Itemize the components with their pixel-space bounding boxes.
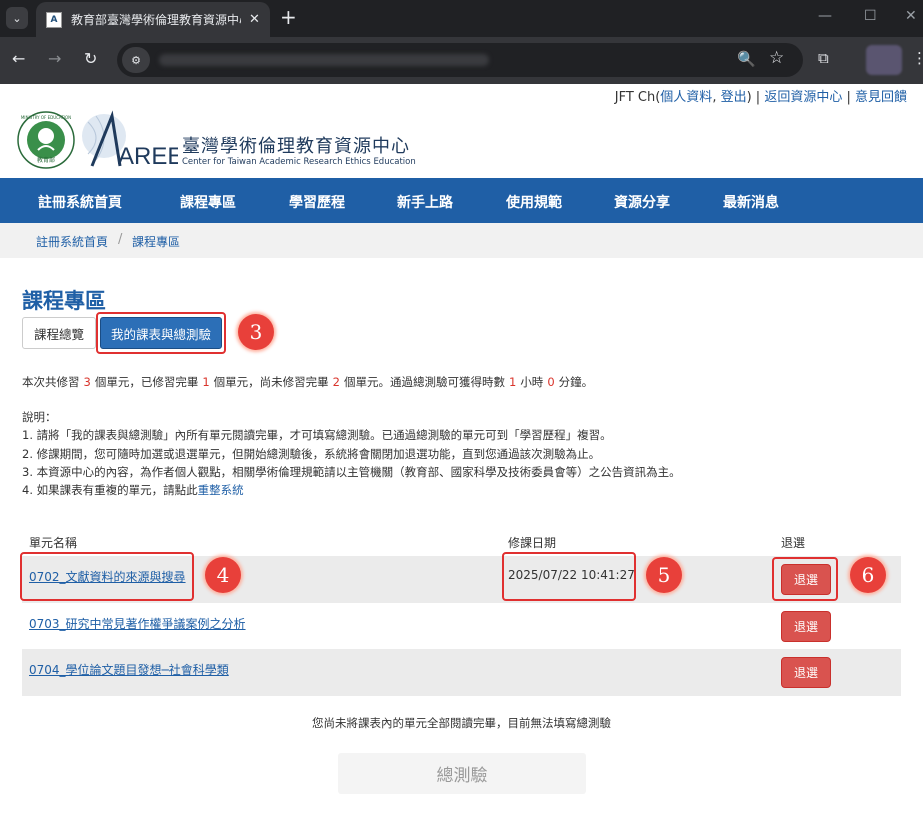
user-bar: JFT Ch(個人資料, 登出) | 返回資源中心 | 意見回饋	[614, 90, 907, 105]
instruction-3: 3. 本資源中心的內容，為作者個人觀點，相關學術倫理規範請以主管機關（教育部、國…	[22, 464, 681, 479]
site-subtitle: Center for Taiwan Academic Research Ethi…	[182, 157, 416, 167]
table-row: 0704_學位論文題目發想─社會科學類 退選	[22, 649, 901, 696]
total-units: 3	[83, 375, 91, 389]
drop-button[interactable]: 退選	[781, 657, 831, 688]
highlight-box-3	[96, 312, 226, 354]
summary-text: 分鐘。	[558, 375, 594, 389]
highlight-box-4	[20, 552, 194, 601]
instructions: 說明： 1. 請將「我的課表與總測驗」內所有單元閱讀完畢，才可填寫總測驗。已通過…	[22, 408, 681, 499]
nav-item-getting-started[interactable]: 新手上路	[397, 192, 453, 212]
reload-icon[interactable]: ↻	[84, 49, 97, 68]
site-title: 臺灣學術倫理教育資源中心	[182, 136, 410, 157]
profile-avatar[interactable]	[866, 45, 902, 75]
table-row: 0703_研究中常見著作權爭議案例之分析 退選	[22, 603, 901, 650]
unit-link[interactable]: 0704_學位論文題目發想─社會科學類	[29, 661, 229, 678]
browser-toolbar: ← → ↻ ⚙ 🔍 ☆ ⧉ ⋮	[0, 37, 923, 84]
user-name: JFT Ch	[614, 90, 656, 105]
highlight-box-6	[772, 557, 838, 601]
main-nav: 註冊系統首頁 課程專區 學習歷程 新手上路 使用規範 資源分享 最新消息	[0, 178, 923, 223]
nav-item-resource-sharing[interactable]: 資源分享	[614, 192, 670, 212]
tab-title: 教育部臺灣學術倫理教育資源中心	[71, 13, 241, 27]
forward-icon[interactable]: →	[48, 49, 61, 68]
instruction-2: 2. 修課期間，您可隨時加選或退選單元，但開始總測驗後，系統將會關閉加退選功能，…	[22, 446, 601, 461]
extensions-icon[interactable]: ⧉	[818, 49, 829, 67]
step-marker-6: 6	[850, 557, 886, 593]
step-marker-4: 4	[205, 557, 241, 593]
progress-summary: 本次共修習 3 個單元，已修習完畢 1 個單元，尚未修習完畢 2 個單元。通過總測驗可獲得時…	[22, 374, 593, 390]
logout-link[interactable]: 登出	[721, 90, 747, 105]
url-text	[159, 54, 489, 66]
svg-text:教育部: 教育部	[37, 156, 55, 164]
bookmark-star-icon[interactable]: ☆	[769, 48, 784, 68]
close-window-icon[interactable]: ✕	[905, 8, 917, 24]
moe-logo[interactable]: 教育部 MINISTRY OF EDUCATION	[16, 110, 76, 170]
exam-notice: 您尚未將課表內的單元全部閱讀完畢，目前無法填寫總測驗	[312, 716, 611, 730]
instruction-4: 4. 如果課表有重複的單元，請點此重整系統	[22, 481, 681, 499]
address-bar[interactable]: ⚙ 🔍 ☆	[117, 43, 803, 77]
browser-tab[interactable]: A 教育部臺灣學術倫理教育資源中心 ✕	[36, 2, 270, 37]
nav-item-learning-history[interactable]: 學習歷程	[289, 192, 345, 212]
zoom-icon[interactable]: 🔍	[737, 50, 756, 68]
breadcrumb-home[interactable]: 註冊系統首頁	[36, 233, 108, 250]
profile-link[interactable]: 個人資料	[660, 90, 712, 105]
step-marker-5: 5	[646, 557, 682, 593]
credit-hours: 1	[508, 375, 517, 389]
summary-text: 小時	[520, 375, 544, 389]
new-tab-button[interactable]: +	[280, 5, 297, 29]
completed-units: 1	[202, 375, 210, 389]
column-header-date: 修課日期	[508, 536, 557, 550]
browser-tab-bar: ⌄ A 教育部臺灣學術倫理教育資源中心 ✕ + — ☐ ✕	[0, 0, 923, 37]
tab-course-overview[interactable]: 課程總覽	[22, 317, 96, 349]
column-header-drop: 退選	[781, 536, 806, 550]
step-marker-3: 3	[238, 314, 274, 350]
browser-menu-icon[interactable]: ⋮	[912, 49, 923, 67]
unit-link[interactable]: 0703_研究中常見著作權爭議案例之分析	[29, 615, 246, 632]
breadcrumb: 註冊系統首頁 / 課程專區	[0, 223, 923, 258]
breadcrumb-current[interactable]: 課程專區	[132, 233, 180, 250]
nav-item-usage-rules[interactable]: 使用規範	[506, 192, 562, 212]
close-tab-icon[interactable]: ✕	[249, 12, 260, 27]
instruction-1: 1. 請將「我的課表與總測驗」內所有單元閱讀完畢，才可填寫總測驗。已通過總測驗的…	[22, 428, 612, 443]
summary-text: 本次共修習	[22, 375, 80, 389]
back-to-resource-link[interactable]: 返回資源中心	[764, 90, 842, 105]
svg-text:MINISTRY OF EDUCATION: MINISTRY OF EDUCATION	[21, 115, 71, 120]
svg-text:AREE: AREE	[118, 143, 178, 170]
pending-units: 2	[332, 375, 340, 389]
minimize-icon[interactable]: —	[818, 8, 832, 24]
site-info-icon[interactable]: ⚙	[122, 47, 150, 73]
final-exam-button[interactable]: 總測驗	[338, 753, 586, 794]
summary-text: 個單元，已修習完畢	[94, 375, 199, 389]
nav-item-register-home[interactable]: 註冊系統首頁	[38, 192, 122, 212]
credit-minutes: 0	[547, 375, 555, 389]
favicon-icon: A	[46, 11, 62, 28]
instruction-4-text: 4. 如果課表有重複的單元，請點此	[22, 483, 198, 498]
aree-logo[interactable]: AREE	[78, 108, 178, 170]
reset-system-link[interactable]: 重整系統	[198, 483, 244, 497]
maximize-icon[interactable]: ☐	[864, 8, 877, 24]
summary-text: 個單元。通過總測驗可獲得時數	[343, 375, 505, 389]
feedback-link[interactable]: 意見回饋	[855, 90, 907, 105]
highlight-box-5	[502, 552, 636, 601]
nav-item-courses[interactable]: 課程專區	[180, 192, 236, 212]
nav-item-latest-news[interactable]: 最新消息	[723, 192, 779, 212]
tab-search-icon[interactable]: ⌄	[6, 7, 28, 29]
back-icon[interactable]: ←	[12, 49, 25, 68]
breadcrumb-separator: /	[118, 232, 123, 247]
instructions-title: 說明：	[22, 410, 57, 424]
summary-text: 個單元，尚未修習完畢	[213, 375, 329, 389]
drop-button[interactable]: 退選	[781, 611, 831, 642]
column-header-unit: 單元名稱	[29, 536, 78, 550]
page-title: 課程專區	[22, 289, 106, 313]
